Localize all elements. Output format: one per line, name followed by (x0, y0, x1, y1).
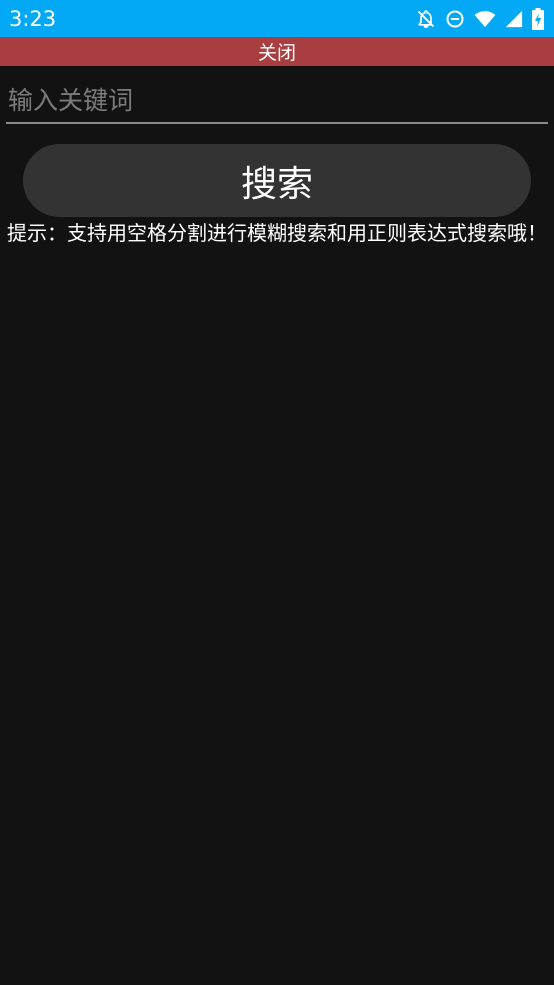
do-not-disturb-icon (445, 9, 465, 29)
wifi-icon (474, 10, 496, 28)
status-bar: 3:23 (0, 0, 554, 37)
cellular-signal-icon (505, 10, 523, 28)
search-button[interactable]: 搜索 (23, 144, 531, 217)
battery-charging-icon (532, 8, 544, 30)
search-input[interactable] (6, 78, 548, 124)
status-icons (416, 7, 544, 31)
notifications-off-icon (416, 9, 436, 29)
hint-text: 提示：支持用空格分割进行模糊搜索和用正则表达式搜索哦！ (7, 221, 547, 245)
status-time: 3:23 (9, 7, 57, 31)
close-button[interactable]: 关闭 (0, 37, 554, 66)
